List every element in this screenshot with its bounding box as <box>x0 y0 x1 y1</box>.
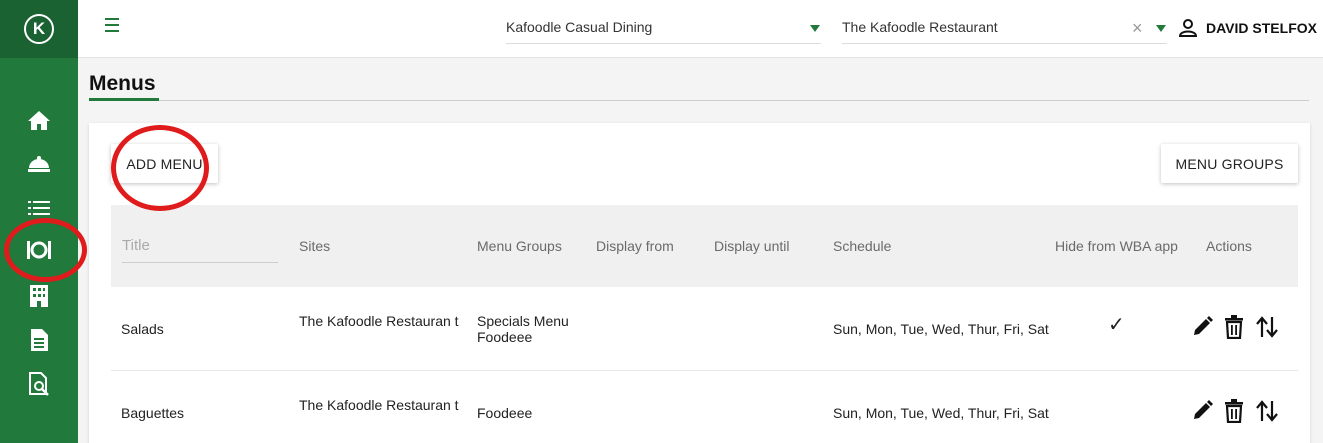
column-header-schedule[interactable]: Schedule <box>833 238 891 254</box>
column-header-actions: Actions <box>1206 238 1252 254</box>
sidebar: K <box>0 0 78 443</box>
delete-trash-icon[interactable] <box>1223 315 1245 339</box>
report-search-icon[interactable] <box>22 370 56 398</box>
dropdown-arrow-icon[interactable] <box>810 25 820 32</box>
column-header-display-until[interactable]: Display until <box>714 238 789 254</box>
title-filter-input[interactable] <box>122 231 278 254</box>
column-header-hide-from-wba[interactable]: Hide from WBA app <box>1055 238 1178 254</box>
row-sites: The Kafoodle Restauran t <box>299 313 459 329</box>
user-menu[interactable]: DAVID STELFOX <box>1179 16 1317 40</box>
logo[interactable]: K <box>0 0 78 58</box>
reorder-arrows-icon[interactable] <box>1255 399 1279 423</box>
hamburger-menu-icon[interactable] <box>105 18 119 36</box>
dropdown-arrow-icon[interactable] <box>1156 25 1166 32</box>
site-select-value: The Kafoodle Restaurant <box>842 19 998 35</box>
user-name: DAVID STELFOX <box>1206 20 1317 36</box>
row-title: Baguettes <box>121 405 185 421</box>
column-header-menu-groups[interactable]: Menu Groups <box>477 238 562 254</box>
edit-pencil-icon[interactable] <box>1191 316 1213 338</box>
row-schedule: Sun, Mon, Tue, Wed, Thur, Fri, Sat <box>833 321 1049 337</box>
page-title: Menus <box>89 72 156 95</box>
row-menu-groups: Foodeee <box>477 405 587 421</box>
home-icon[interactable] <box>22 106 56 134</box>
site-select[interactable]: The Kafoodle Restaurant × <box>842 14 1167 44</box>
company-select[interactable]: Kafoodle Casual Dining <box>506 14 821 44</box>
checkmark-icon: ✓ <box>1108 314 1125 336</box>
menu-group-label: Foodeee <box>477 405 533 421</box>
row-actions <box>1191 399 1289 423</box>
title-filter-field[interactable] <box>122 231 278 263</box>
menu-dining-icon[interactable] <box>22 236 56 264</box>
reorder-arrows-icon[interactable] <box>1255 315 1279 339</box>
table-row[interactable]: Salads The Kafoodle Restauran t Specials… <box>111 287 1298 371</box>
divider <box>159 100 1309 101</box>
table-row[interactable]: Baguettes The Kafoodle Restauran t Foode… <box>111 371 1298 443</box>
clear-icon[interactable]: × <box>1132 18 1143 39</box>
title-underline <box>89 98 159 101</box>
row-title: Salads <box>121 321 164 337</box>
top-bar: Kafoodle Casual Dining The Kafoodle Rest… <box>78 0 1323 58</box>
user-icon <box>1179 19 1197 37</box>
column-header-display-from[interactable]: Display from <box>596 238 674 254</box>
row-actions <box>1191 315 1289 339</box>
building-icon[interactable] <box>22 282 56 310</box>
table-header: Sites Menu Groups Display from Display u… <box>111 205 1298 287</box>
row-sites: The Kafoodle Restauran t <box>299 397 459 413</box>
delete-trash-icon[interactable] <box>1223 399 1245 423</box>
menu-group-label: Specials Menu <box>477 313 569 329</box>
row-menu-groups: Specials Menu Foodeee <box>477 313 587 345</box>
edit-pencil-icon[interactable] <box>1191 400 1213 422</box>
menu-group-label: Foodeee <box>477 329 533 345</box>
column-header-sites[interactable]: Sites <box>299 238 330 254</box>
menu-groups-button[interactable]: MENU GROUPS <box>1161 144 1298 183</box>
logo-mark: K <box>24 14 54 44</box>
company-select-value: Kafoodle Casual Dining <box>506 19 653 35</box>
cloche-icon[interactable] <box>22 150 56 178</box>
row-schedule: Sun, Mon, Tue, Wed, Thur, Fri, Sat <box>833 405 1049 421</box>
document-icon[interactable] <box>22 326 56 354</box>
add-menu-button[interactable]: ADD MENU <box>111 144 218 183</box>
list-icon[interactable] <box>22 194 56 222</box>
